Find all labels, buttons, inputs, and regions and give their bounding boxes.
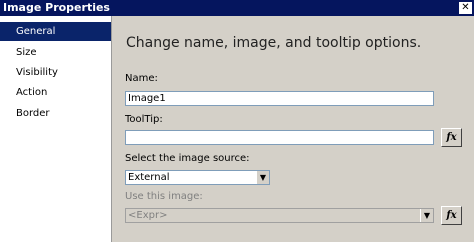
- tooltip-expression-button[interactable]: fx: [441, 128, 462, 147]
- window-title: Image Properties: [3, 1, 110, 14]
- sidebar-item-visibility[interactable]: Visibility: [0, 63, 111, 82]
- source-select[interactable]: External ▼: [125, 170, 270, 185]
- page-header: Change name, image, and tooltip options.: [126, 35, 422, 51]
- source-label: Select the image source:: [125, 153, 250, 164]
- name-label: Name:: [125, 73, 158, 84]
- chevron-down-icon[interactable]: ▼: [420, 209, 433, 222]
- sidebar: General Size Visibility Action Border: [0, 16, 112, 242]
- use-image-label: Use this image:: [125, 191, 203, 202]
- use-image-select[interactable]: <Expr> ▼: [125, 208, 434, 223]
- sidebar-item-action[interactable]: Action: [0, 83, 111, 102]
- main-panel: Change name, image, and tooltip options.…: [113, 16, 474, 242]
- name-field[interactable]: Image1: [125, 91, 434, 106]
- tooltip-field[interactable]: [125, 130, 434, 145]
- use-image-expression-button[interactable]: fx: [441, 206, 462, 225]
- chevron-down-icon[interactable]: ▼: [256, 171, 269, 184]
- source-select-value: External: [128, 172, 170, 183]
- tooltip-label: ToolTip:: [125, 114, 163, 125]
- sidebar-item-border[interactable]: Border: [0, 104, 111, 123]
- use-image-placeholder: <Expr>: [128, 210, 168, 221]
- sidebar-item-size[interactable]: Size: [0, 43, 111, 62]
- sidebar-item-general[interactable]: General: [0, 22, 111, 41]
- close-icon[interactable]: ✕: [459, 2, 472, 14]
- title-bar: Image Properties ✕: [0, 0, 474, 16]
